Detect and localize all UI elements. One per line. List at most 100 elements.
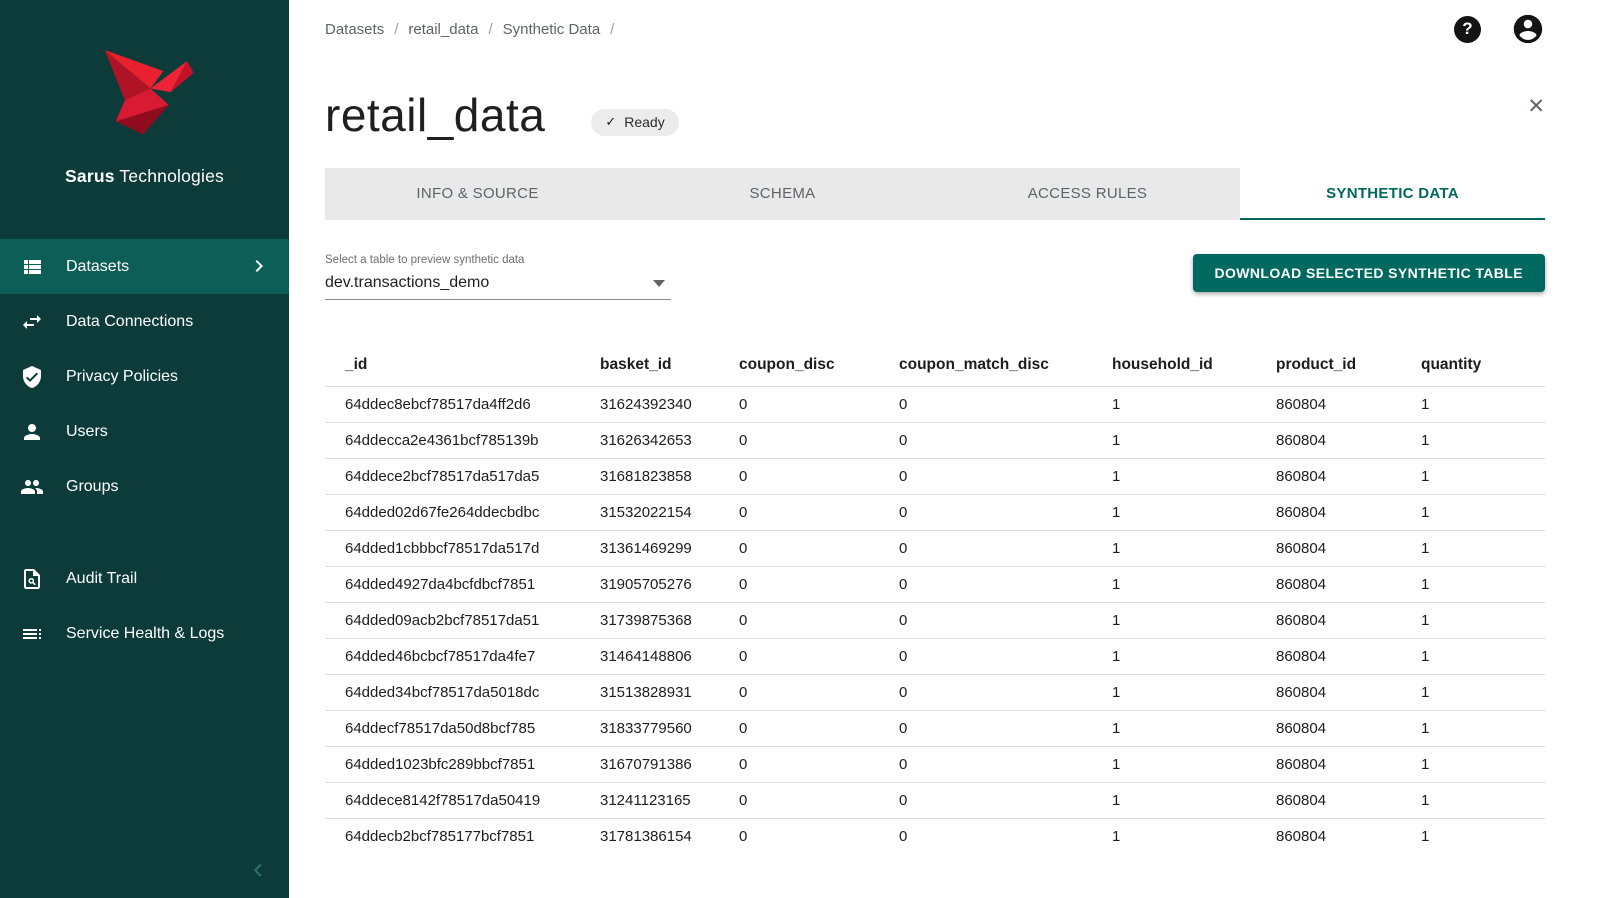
cell-product-id: 860804 <box>1276 459 1421 495</box>
tab-schema[interactable]: SCHEMA <box>630 168 935 220</box>
table-select[interactable]: dev.transactions_demo <box>325 274 671 300</box>
table-row[interactable]: 64ddecca2e4361bcf785139b3162634265300186… <box>325 423 1545 459</box>
cell-coupon-match-disc: 0 <box>899 567 1112 603</box>
cell-product-id: 860804 <box>1276 675 1421 711</box>
sidebar: Sarus Technologies DatasetsData Connecti… <box>0 0 289 898</box>
cell-product-id: 860804 <box>1276 495 1421 531</box>
cell-household-id: 1 <box>1112 747 1276 783</box>
cell-id: 64dded02d67fe264ddecbdbc <box>325 495 600 531</box>
cell-basket-id: 31513828931 <box>600 675 739 711</box>
cell-coupon-disc: 0 <box>739 459 899 495</box>
table-row[interactable]: 64dded09acb2bcf78517da513173987536800186… <box>325 603 1545 639</box>
tab-synthetic-data[interactable]: SYNTHETIC DATA <box>1240 168 1545 220</box>
cell-basket-id: 31670791386 <box>600 747 739 783</box>
cell-household-id: 1 <box>1112 819 1276 855</box>
sidebar-item-privacy-policies[interactable]: Privacy Policies <box>0 349 289 404</box>
cell-id: 64ddecf78517da50d8bcf785 <box>325 711 600 747</box>
cell-coupon-match-disc: 0 <box>899 387 1112 423</box>
breadcrumb: Datasets/retail_data/Synthetic Data/ <box>325 21 624 38</box>
tab-bar: INFO & SOURCESCHEMAACCESS RULESSYNTHETIC… <box>325 168 1545 220</box>
cell-coupon-disc: 0 <box>739 495 899 531</box>
sidebar-item-label: Privacy Policies <box>66 368 178 386</box>
cell-coupon-disc: 0 <box>739 567 899 603</box>
table-row[interactable]: 64dded34bcf78517da5018dc3151382893100186… <box>325 675 1545 711</box>
table-row[interactable]: 64dded02d67fe264ddecbdbc3153202215400186… <box>325 495 1545 531</box>
cell-coupon-match-disc: 0 <box>899 531 1112 567</box>
cell-coupon-disc: 0 <box>739 387 899 423</box>
breadcrumb-item-datasets[interactable]: Datasets <box>325 21 384 38</box>
cell-product-id: 860804 <box>1276 567 1421 603</box>
cell-product-id: 860804 <box>1276 819 1421 855</box>
cell-coupon-disc: 0 <box>739 639 899 675</box>
breadcrumb-item-synthetic-data[interactable]: Synthetic Data <box>503 21 601 38</box>
sidebar-item-users[interactable]: Users <box>0 404 289 459</box>
cell-quantity: 1 <box>1421 639 1545 675</box>
cell-household-id: 1 <box>1112 423 1276 459</box>
cell-basket-id: 31905705276 <box>600 567 739 603</box>
table-row[interactable]: 64ddece8142f78517da504193124112316500186… <box>325 783 1545 819</box>
cell-id: 64dded09acb2bcf78517da51 <box>325 603 600 639</box>
main-content: Datasets/retail_data/Synthetic Data/ ? r… <box>289 0 1600 898</box>
swap-arrows-icon <box>20 310 44 334</box>
status-label: Ready <box>624 114 664 130</box>
table-row[interactable]: 64ddece2bcf78517da517da53168182385800186… <box>325 459 1545 495</box>
cell-quantity: 1 <box>1421 531 1545 567</box>
cell-coupon-disc: 0 <box>739 603 899 639</box>
sidebar-item-label: Data Connections <box>66 313 193 331</box>
cell-coupon-match-disc: 0 <box>899 603 1112 639</box>
sidebar-item-datasets[interactable]: Datasets <box>0 239 289 294</box>
sidebar-item-groups[interactable]: Groups <box>0 459 289 514</box>
column-header-basket-id: basket_id <box>600 346 739 387</box>
breadcrumb-separator: / <box>394 21 398 38</box>
collapse-sidebar-icon[interactable]: ‹ <box>253 854 263 884</box>
cell-coupon-match-disc: 0 <box>899 423 1112 459</box>
cell-quantity: 1 <box>1421 459 1545 495</box>
cell-household-id: 1 <box>1112 387 1276 423</box>
download-synthetic-table-button[interactable]: DOWNLOAD SELECTED SYNTHETIC TABLE <box>1193 254 1546 292</box>
cell-product-id: 860804 <box>1276 387 1421 423</box>
table-row[interactable]: 64dded1023bfc289bbcf78513167079138600186… <box>325 747 1545 783</box>
tab-info-source[interactable]: INFO & SOURCE <box>325 168 630 220</box>
cell-product-id: 860804 <box>1276 603 1421 639</box>
table-row[interactable]: 64ddec8ebcf78517da4ff2d63162439234000186… <box>325 387 1545 423</box>
cell-basket-id: 31624392340 <box>600 387 739 423</box>
cell-product-id: 860804 <box>1276 747 1421 783</box>
sidebar-item-service-health-logs[interactable]: Service Health & Logs <box>0 606 289 661</box>
table-row[interactable]: 64ddecf78517da50d8bcf7853183377956000186… <box>325 711 1545 747</box>
cell-household-id: 1 <box>1112 459 1276 495</box>
cell-quantity: 1 <box>1421 423 1545 459</box>
cell-coupon-match-disc: 0 <box>899 495 1112 531</box>
controls-row: Select a table to preview synthetic data… <box>325 254 1545 316</box>
account-icon[interactable] <box>1511 12 1545 46</box>
sidebar-menu: Datasets Data Connections Privacy Policies… <box>0 239 289 661</box>
table-row[interactable]: 64ddecb2bcf785177bcf78513178138615400186… <box>325 819 1545 855</box>
cell-id: 64dded34bcf78517da5018dc <box>325 675 600 711</box>
cell-id: 64dded4927da4bcfdbcf7851 <box>325 567 600 603</box>
cell-basket-id: 31781386154 <box>600 819 739 855</box>
sidebar-item-label: Users <box>66 423 108 441</box>
cell-product-id: 860804 <box>1276 531 1421 567</box>
document-search-icon <box>20 567 44 591</box>
table-row[interactable]: 64dded4927da4bcfdbcf78513190570527600186… <box>325 567 1545 603</box>
sidebar-item-data-connections[interactable]: Data Connections <box>0 294 289 349</box>
sidebar-item-label: Audit Trail <box>66 570 137 588</box>
cell-quantity: 1 <box>1421 603 1545 639</box>
breadcrumb-separator: / <box>488 21 492 38</box>
cell-basket-id: 31532022154 <box>600 495 739 531</box>
cell-product-id: 860804 <box>1276 423 1421 459</box>
table-row[interactable]: 64dded1cbbbcf78517da517d3136146929900186… <box>325 531 1545 567</box>
cell-quantity: 1 <box>1421 783 1545 819</box>
cell-basket-id: 31739875368 <box>600 603 739 639</box>
column-header-coupon-match-disc: coupon_match_disc <box>899 346 1112 387</box>
tab-access-rules[interactable]: ACCESS RULES <box>935 168 1240 220</box>
help-icon[interactable]: ? <box>1454 16 1481 43</box>
column-header-coupon-disc: coupon_disc <box>739 346 899 387</box>
person-icon <box>20 420 44 444</box>
table-select-value: dev.transactions_demo <box>325 274 489 292</box>
breadcrumb-item-retail-data[interactable]: retail_data <box>408 21 478 38</box>
table-row[interactable]: 64dded46bcbcf78517da4fe73146414880600186… <box>325 639 1545 675</box>
cell-basket-id: 31361469299 <box>600 531 739 567</box>
cell-id: 64ddecca2e4361bcf785139b <box>325 423 600 459</box>
sidebar-item-audit-trail[interactable]: Audit Trail <box>0 551 289 606</box>
close-icon[interactable]: ✕ <box>1527 96 1545 117</box>
